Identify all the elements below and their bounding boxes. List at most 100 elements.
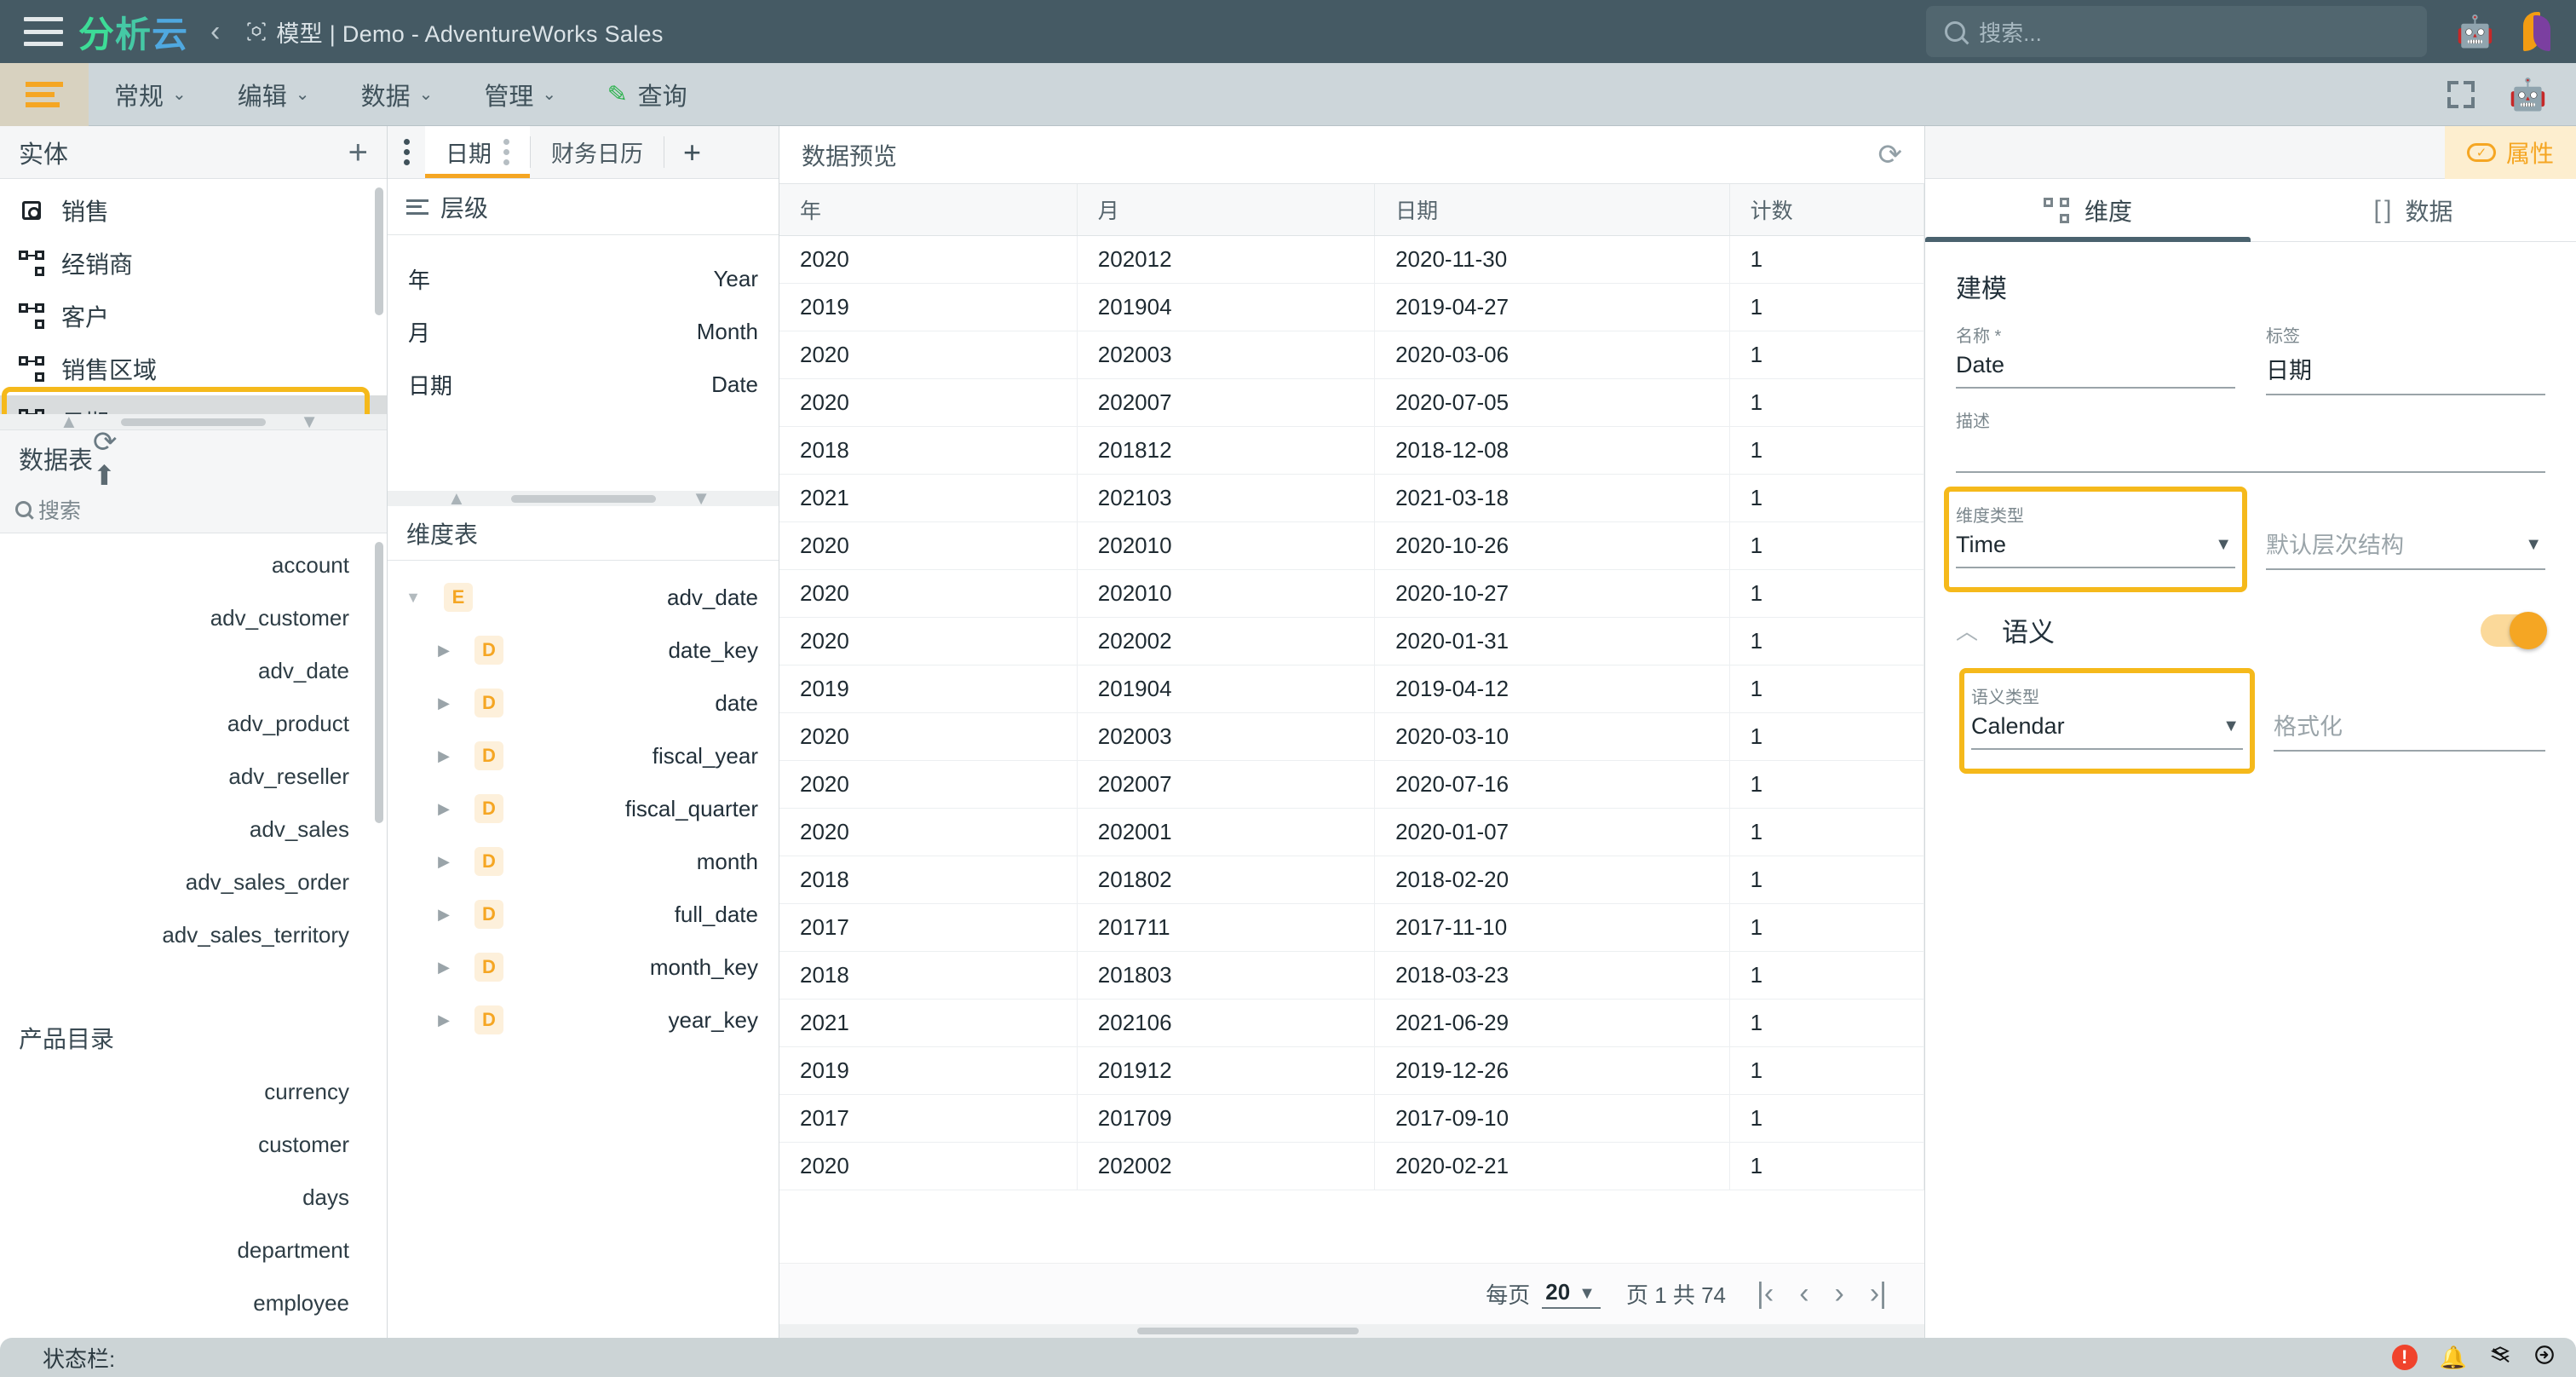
table-row[interactable]: 20202020022020-01-311 (779, 617, 1924, 665)
scroll-thumb[interactable] (1137, 1328, 1359, 1334)
list-item[interactable]: adv_product (0, 697, 387, 750)
column-header-count[interactable]: 计数 (1729, 184, 1923, 235)
tree-node-fiscal-year[interactable]: ▶ D fiscal_year (388, 729, 779, 782)
tree-node-month[interactable]: ▶ D month (388, 835, 779, 888)
global-search-input[interactable]: 搜索... (1926, 6, 2427, 57)
table-row[interactable]: 20202020072020-07-051 (779, 378, 1924, 426)
robot-assistant-icon[interactable]: 🤖 (2456, 16, 2494, 47)
default-hierarchy-select[interactable]: 默认层次结构 (2266, 527, 2545, 570)
page-size-selector[interactable]: 每页 20 ▼ (1486, 1278, 1596, 1310)
properties-toggle-button[interactable]: ✓ 属性 (2445, 126, 2576, 179)
sidebar-item-reseller[interactable]: 经销商 (0, 237, 387, 290)
entity-list-scrollbar[interactable] (375, 187, 383, 315)
robot-assistant-icon[interactable]: 🤖 (2509, 79, 2547, 110)
refresh-icon[interactable]: ⟳ (93, 425, 118, 459)
tree-node-full-date[interactable]: ▶ D full_date (388, 888, 779, 941)
tab-data[interactable]: [ ] 数据 (2251, 179, 2576, 241)
table-row[interactable]: 20182018122018-12-081 (779, 426, 1924, 474)
tree-node-adv-date[interactable]: ▼ E adv_date (388, 571, 779, 624)
scroll-thumb[interactable] (511, 495, 656, 503)
table-row[interactable]: 20192019042019-04-121 (779, 665, 1924, 712)
hierarchy-hscrollbar[interactable]: ▲ ▼ (388, 491, 779, 506)
table-row[interactable]: 20172017112017-11-101 (779, 903, 1924, 951)
toolbar-menu-button[interactable] (0, 63, 89, 126)
chevron-down-icon[interactable]: ▼ (2215, 535, 2232, 555)
refresh-icon[interactable]: ⟳ (1878, 138, 1903, 172)
list-item[interactable]: department (0, 1224, 387, 1276)
column-header-month[interactable]: 月 (1077, 184, 1374, 235)
add-entity-icon[interactable]: + (348, 135, 368, 170)
hierarchy-level-year[interactable]: 年 Year (388, 252, 779, 305)
back-chevron-icon[interactable]: ‹ (210, 15, 220, 49)
alert-icon[interactable]: ! (2392, 1345, 2418, 1370)
dimension-type-select[interactable]: Time (1956, 532, 2235, 568)
table-row[interactable]: 20202020102020-10-261 (779, 521, 1924, 569)
list-item[interactable]: adv_reseller (0, 750, 387, 803)
chevron-down-icon[interactable]: ▼ (1578, 1284, 1596, 1304)
sidebar-item-sales-territory[interactable]: 销售区域 (0, 343, 387, 395)
list-item[interactable]: adv_sales_territory (0, 908, 387, 961)
hierarchy-level-month[interactable]: 月 Month (388, 305, 779, 358)
chevron-right-icon[interactable]: ▶ (432, 747, 456, 765)
chevron-down-icon[interactable]: ▼ (2525, 535, 2542, 555)
scroll-down-icon[interactable]: ▼ (692, 487, 710, 510)
tables-list-scrollbar[interactable] (375, 542, 383, 823)
table-row[interactable]: 20192019122019-12-261 (779, 1046, 1924, 1094)
list-item[interactable]: currency (0, 1065, 387, 1118)
list-item[interactable]: employee (0, 1276, 387, 1329)
table-row[interactable]: 20212021032021-03-181 (779, 474, 1924, 521)
chevron-right-icon[interactable]: ▶ (432, 642, 456, 660)
list-item[interactable]: customer (0, 1118, 387, 1171)
list-item[interactable]: days (0, 1171, 387, 1224)
table-row[interactable]: 20192019042019-04-271 (779, 283, 1924, 331)
sidebar-item-sales[interactable]: 销售 (0, 184, 387, 237)
tree-node-date[interactable]: ▶ D date (388, 677, 779, 729)
tree-node-date-key[interactable]: ▶ D date_key (388, 624, 779, 677)
chevron-right-icon[interactable]: ▶ (432, 959, 456, 977)
tabstrip-more-icon[interactable] (388, 126, 425, 178)
tab-menu-icon[interactable] (503, 139, 509, 165)
sidebar-item-date[interactable]: 日期 (0, 395, 387, 414)
toolbar-menu-manage[interactable]: 管理 ⌄ (458, 63, 582, 126)
table-row[interactable]: 20202020102020-10-271 (779, 569, 1924, 617)
hamburger-menu-icon[interactable] (24, 17, 63, 46)
format-input[interactable]: 格式化 (2274, 708, 2545, 752)
chevron-right-icon[interactable]: ▶ (432, 1011, 456, 1029)
add-tab-icon[interactable]: + (664, 126, 720, 178)
bell-icon[interactable]: 🔔 (2440, 1345, 2467, 1371)
tree-node-year-key[interactable]: ▶ D year_key (388, 994, 779, 1046)
sidebar-item-customer[interactable]: 客户 (0, 290, 387, 343)
list-item[interactable]: adv_date (0, 644, 387, 697)
table-row[interactable]: 20182018032018-03-231 (779, 951, 1924, 999)
chevron-right-icon[interactable]: ▶ (432, 906, 456, 924)
toolbar-menu-data[interactable]: 数据 ⌄ (336, 63, 459, 126)
chevron-up-icon[interactable]: ︿ (1956, 614, 1978, 646)
table-row[interactable]: 20202020022020-02-211 (779, 1142, 1924, 1190)
list-item[interactable]: adv_sales_order (0, 856, 387, 908)
feather-logo-icon[interactable] (2523, 12, 2552, 51)
semantic-type-select[interactable]: Calendar (1971, 713, 2243, 750)
prev-page-button[interactable]: ‹ (1799, 1277, 1808, 1311)
arrow-circle-icon[interactable] (2533, 1344, 2556, 1372)
data-preview-hscrollbar[interactable] (779, 1324, 1924, 1338)
table-row[interactable]: 20212021062021-06-291 (779, 999, 1924, 1046)
table-row[interactable]: 20202020032020-03-101 (779, 712, 1924, 760)
scroll-thumb[interactable] (121, 418, 266, 426)
column-header-year[interactable]: 年 (779, 184, 1077, 235)
tag-input[interactable]: 日期 (2266, 352, 2545, 395)
chevron-right-icon[interactable]: ▶ (432, 800, 456, 818)
tab-dimension[interactable]: 维度 (1925, 179, 2251, 241)
column-header-date[interactable]: 日期 (1375, 184, 1729, 235)
description-input[interactable] (1956, 437, 2545, 473)
chevron-right-icon[interactable]: ▶ (432, 694, 456, 712)
chevron-right-icon[interactable]: ▶ (432, 853, 456, 871)
list-item[interactable]: adv_customer (0, 591, 387, 644)
first-page-button[interactable]: |‹ (1757, 1277, 1774, 1311)
table-search-input[interactable]: 搜索 (0, 486, 387, 533)
scroll-up-icon[interactable]: ▲ (447, 487, 466, 510)
tree-node-fiscal-quarter[interactable]: ▶ D fiscal_quarter (388, 782, 779, 835)
table-row[interactable]: 20182018022018-02-201 (779, 856, 1924, 903)
toolbar-menu-general[interactable]: 常规 ⌄ (89, 63, 212, 126)
layers-off-icon[interactable] (2489, 1344, 2511, 1372)
table-row[interactable]: 20202020122020-11-301 (779, 235, 1924, 283)
